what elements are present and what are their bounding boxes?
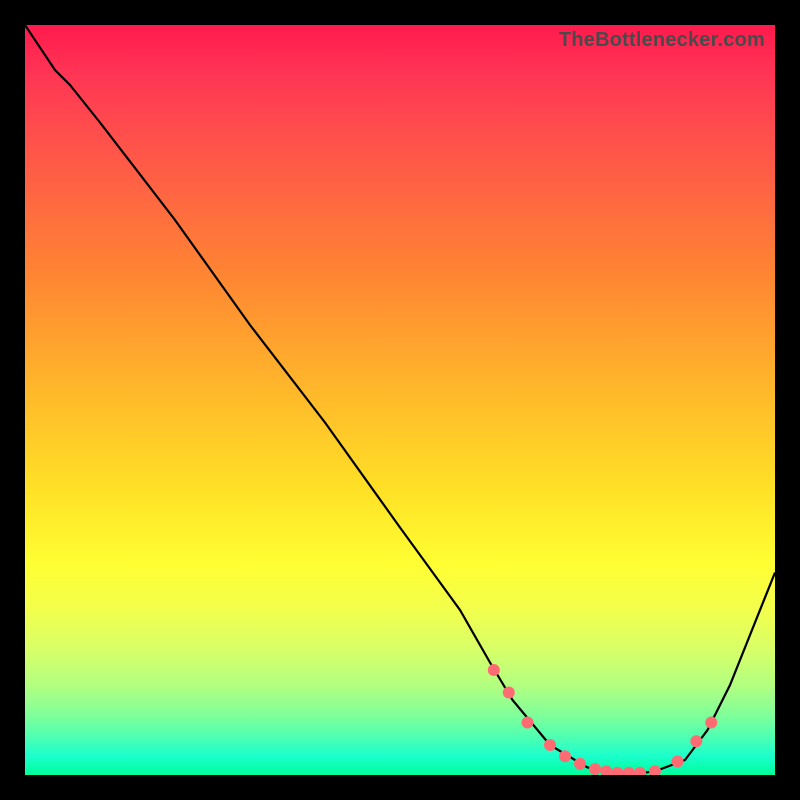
marker-dot xyxy=(634,767,646,775)
marker-dot xyxy=(649,765,661,775)
marker-dot xyxy=(488,664,500,676)
curve-svg xyxy=(25,25,775,775)
marker-dot xyxy=(589,763,601,775)
data-curve xyxy=(25,25,775,775)
marker-dot xyxy=(612,767,624,775)
marker-dot xyxy=(574,758,586,770)
marker-group xyxy=(488,664,718,775)
marker-dot xyxy=(600,765,612,775)
plot-area: TheBottlenecker.com xyxy=(25,25,775,775)
chart-frame: TheBottlenecker.com xyxy=(0,0,800,800)
marker-dot xyxy=(544,739,556,751)
marker-dot xyxy=(623,767,635,775)
marker-dot xyxy=(672,756,684,768)
marker-dot xyxy=(690,735,702,747)
marker-dot xyxy=(503,687,515,699)
marker-dot xyxy=(559,750,571,762)
marker-dot xyxy=(522,717,534,729)
marker-dot xyxy=(705,717,717,729)
